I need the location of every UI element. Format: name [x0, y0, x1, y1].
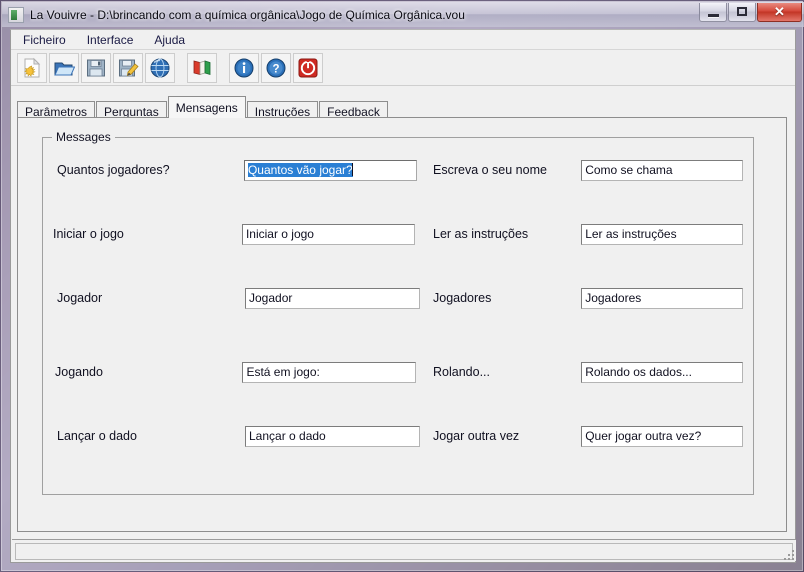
open-folder-icon	[53, 57, 75, 79]
toolbar-separator	[177, 53, 187, 83]
input-quantos-jogadores[interactable]: Quantos vão jogar?	[243, 159, 417, 181]
maximize-button[interactable]	[728, 2, 756, 22]
status-bar-panel	[15, 543, 793, 560]
tab-strip: Parâmetros Perguntas Mensagens Instruçõe…	[17, 96, 787, 120]
svg-text:?: ?	[272, 63, 279, 75]
language-flags-icon	[191, 57, 213, 79]
new-document-icon	[21, 57, 43, 79]
save-as-icon	[117, 57, 139, 79]
messages-rows: Quantos jogadores? Quantos vão jogar? In…	[43, 138, 753, 494]
maximize-icon	[737, 7, 747, 16]
help-icon: ?	[265, 57, 287, 79]
text-caret	[351, 162, 353, 176]
input-jogar-outra-vez[interactable]: Quer jogar outra vez?	[581, 425, 743, 447]
label-rolando: Rolando...	[433, 365, 490, 379]
application-window: La Vouivre - D:\brincando com a química …	[0, 0, 804, 572]
info-button[interactable]	[229, 52, 259, 83]
exit-icon	[297, 57, 319, 79]
open-folder-button[interactable]	[49, 52, 79, 83]
menu-item-ajuda[interactable]: Ajuda	[145, 31, 194, 49]
label-jogar-outra-vez: Jogar outra vez	[433, 429, 520, 443]
menu-item-interface[interactable]: Interface	[78, 31, 143, 49]
save-as-button[interactable]	[113, 52, 143, 83]
message-row-jogadores: Jogadores Jogadores	[433, 286, 743, 310]
messages-groupbox: Messages Quantos jogadores? Quantos vão …	[42, 130, 754, 495]
message-row-escreva-o-seu-nome: Escreva o seu nome Como se chama	[433, 158, 743, 182]
message-row-quantos-jogadores: Quantos jogadores? Quantos vão jogar?	[57, 158, 417, 182]
message-row-iniciar-o-jogo: Iniciar o jogo Iniciar o jogo	[53, 222, 415, 246]
label-jogando: Jogando	[55, 365, 103, 379]
toolbar-separator-2	[219, 53, 229, 83]
message-row-jogador: Jogador Jogador	[57, 286, 420, 310]
toolbar: ?	[11, 50, 795, 86]
help-button[interactable]: ?	[261, 52, 291, 83]
menu-item-ficheiro[interactable]: Ficheiro	[14, 31, 75, 49]
globe-icon	[149, 57, 171, 79]
input-rolando[interactable]: Rolando os dados...	[581, 361, 743, 383]
window-title: La Vouivre - D:\brincando com a química …	[30, 7, 465, 22]
minimize-button[interactable]	[699, 2, 727, 22]
label-iniciar-o-jogo: Iniciar o jogo	[53, 227, 124, 241]
close-button[interactable]: ✕	[757, 2, 802, 22]
input-jogadores[interactable]: Jogadores	[581, 287, 743, 309]
label-quantos-jogadores: Quantos jogadores?	[57, 163, 170, 177]
input-escreva-o-seu-nome[interactable]: Como se chama	[581, 159, 743, 181]
close-icon: ✕	[774, 4, 785, 19]
status-bar	[12, 539, 796, 561]
new-document-button[interactable]	[17, 52, 47, 83]
tab-panel-mensagens: Messages Quantos jogadores? Quantos vão …	[17, 117, 787, 532]
message-row-rolando: Rolando... Rolando os dados...	[433, 360, 743, 384]
input-jogador[interactable]: Jogador	[245, 287, 420, 309]
minimize-icon	[707, 13, 719, 17]
label-jogador: Jogador	[57, 291, 103, 305]
input-quantos-jogadores-value: Quantos vão jogar?	[247, 162, 353, 177]
message-row-jogando: Jogando Está em jogo:	[55, 360, 416, 384]
menu-bar: Ficheiro Interface Ajuda	[11, 30, 795, 50]
title-bar[interactable]: La Vouivre - D:\brincando com a química …	[2, 2, 804, 27]
save-icon	[85, 57, 107, 79]
label-ler-as-instrucoes: Ler as instruções	[433, 227, 529, 241]
input-jogando[interactable]: Está em jogo:	[242, 361, 416, 383]
window-controls: ✕	[698, 2, 804, 27]
message-row-ler-as-instrucoes: Ler as instruções Ler as instruções	[433, 222, 743, 246]
input-iniciar-o-jogo[interactable]: Iniciar o jogo	[241, 223, 415, 245]
label-jogadores: Jogadores	[433, 291, 492, 305]
label-lancar-o-dado: Lançar o dado	[57, 429, 137, 443]
client-area: Ficheiro Interface Ajuda ? Parâmetros Pe…	[10, 29, 796, 563]
language-flags-button[interactable]	[187, 52, 217, 83]
exit-button[interactable]	[293, 52, 323, 83]
globe-button[interactable]	[145, 52, 175, 83]
input-ler-as-instrucoes[interactable]: Ler as instruções	[581, 223, 743, 245]
message-row-lancar-o-dado: Lançar o dado Lançar o dado	[57, 424, 420, 448]
resize-grip[interactable]	[780, 546, 794, 560]
message-row-jogar-outra-vez: Jogar outra vez Quer jogar outra vez?	[433, 424, 743, 448]
app-icon	[8, 6, 24, 23]
info-icon	[233, 57, 255, 79]
input-lancar-o-dado[interactable]: Lançar o dado	[245, 425, 420, 447]
save-button[interactable]	[81, 52, 111, 83]
label-escreva-o-seu-nome: Escreva o seu nome	[433, 163, 547, 177]
tab-mensagens[interactable]: Mensagens	[167, 96, 246, 118]
